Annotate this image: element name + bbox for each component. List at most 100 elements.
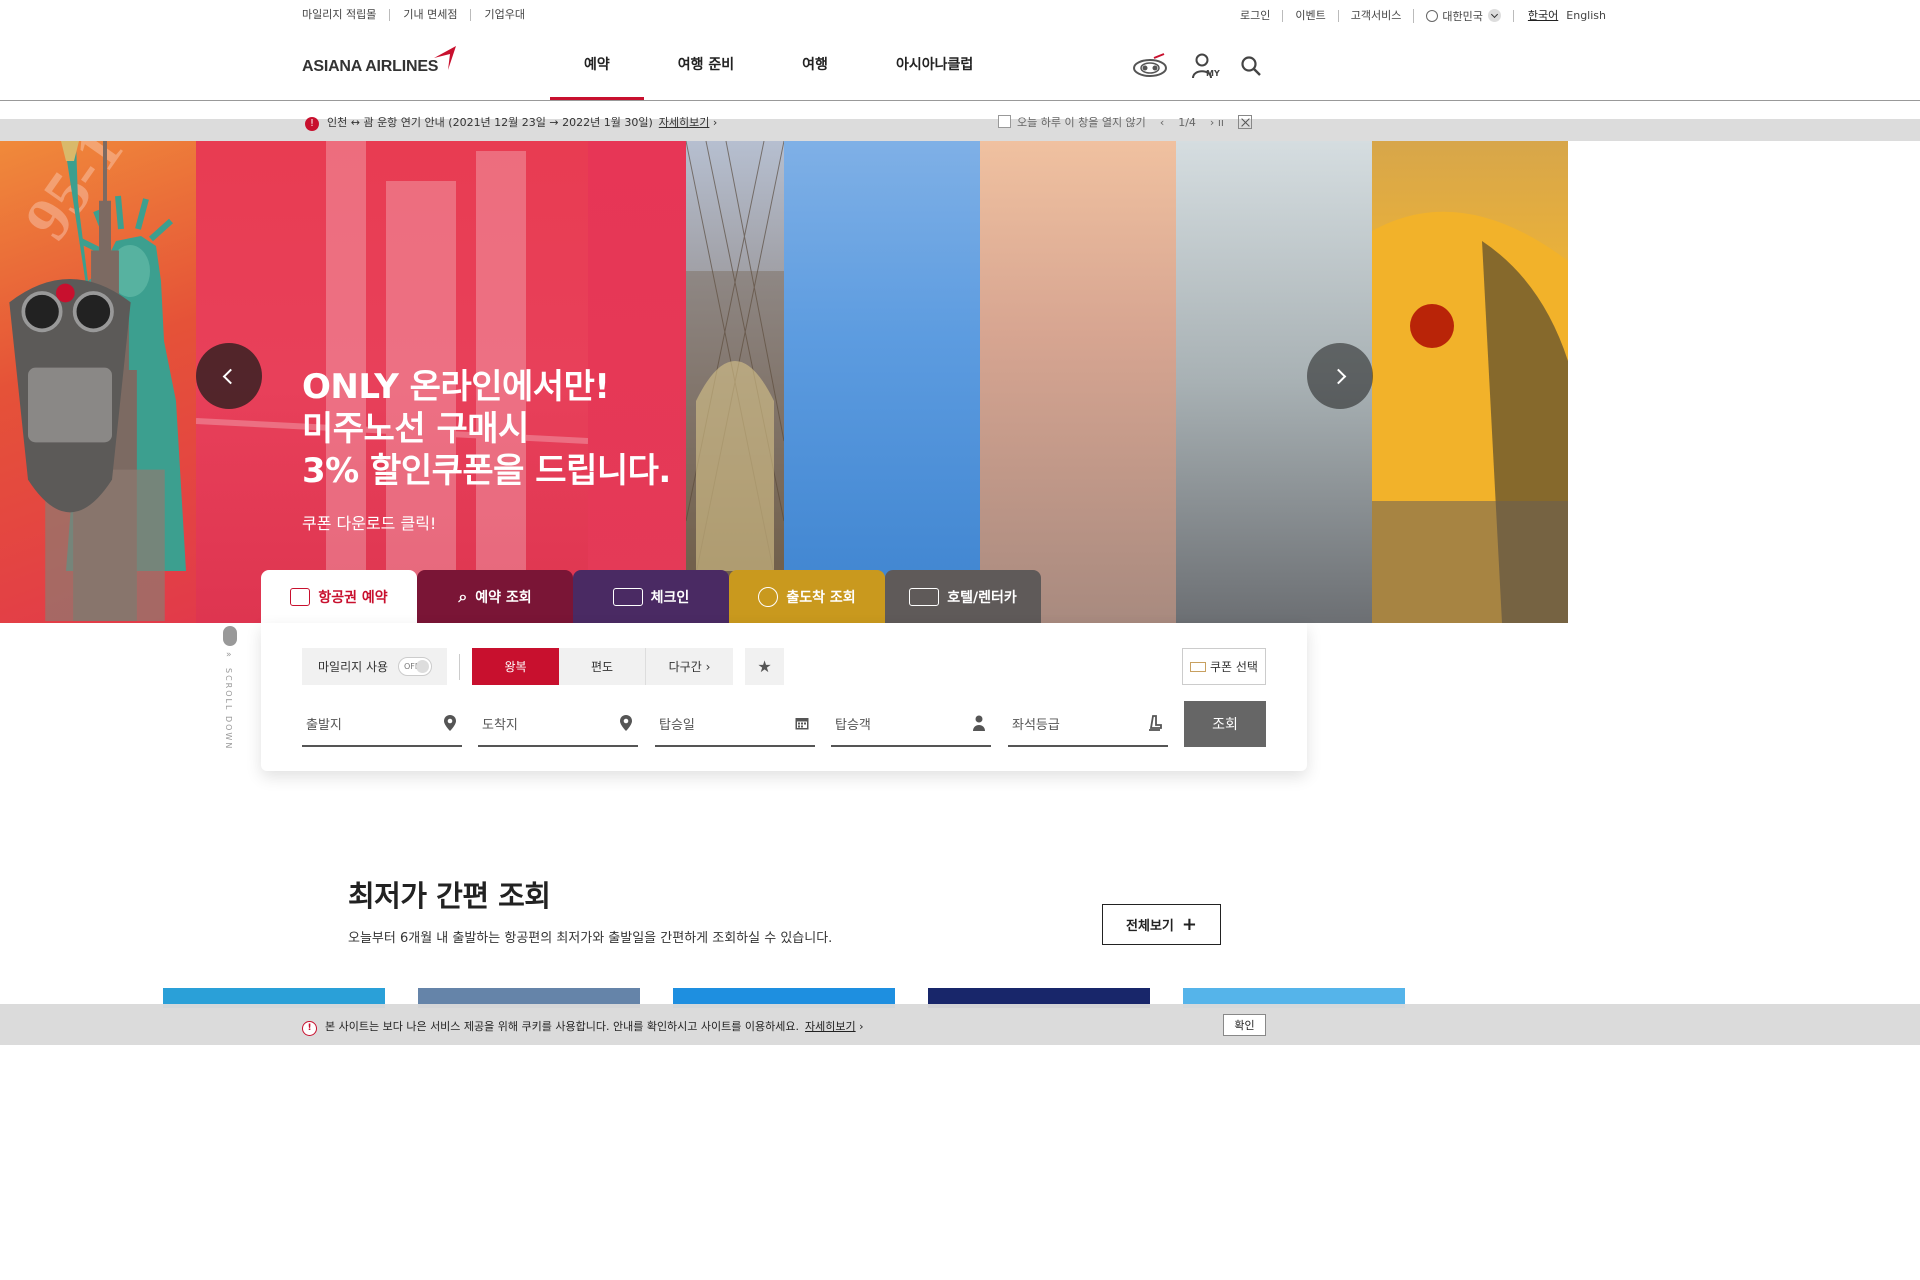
arrival-field[interactable]: 도착지 (478, 701, 638, 747)
field-placeholder: 탑승객 (835, 717, 871, 733)
robot-icon[interactable] (1130, 52, 1170, 80)
notice-text: 인천 ↔ 괌 운항 연기 안내 (2021년 12월 23일 → 2022년 1… (327, 116, 653, 129)
tab-label: 항공권 예약 (318, 589, 388, 606)
binocular-viewer-illustration (9, 279, 131, 513)
trip-multicity-label: 다구간 (668, 660, 702, 674)
hero-cta-text[interactable]: 쿠폰 다운로드 클릭! (302, 510, 436, 534)
alert-icon: ! (305, 117, 319, 131)
tab-checkin[interactable]: 체크인 (573, 570, 729, 623)
trip-roundtrip[interactable]: 왕복 (472, 648, 559, 685)
hotel-car-icon (909, 587, 940, 606)
lang-korean[interactable]: 한국어 (1528, 10, 1558, 22)
login-link[interactable]: 로그인 (1228, 10, 1282, 22)
region-label: 대한민국 (1442, 10, 1483, 23)
hero-banner[interactable]: 95-1043 WALL ONLY 온라인에서만! 미주노선 구매시 3% 할인… (0, 141, 1568, 623)
slide-prev-button[interactable] (196, 343, 262, 409)
util-link-corporate[interactable]: 기업우대 (470, 9, 537, 21)
search-icon[interactable] (1240, 55, 1262, 77)
search-button[interactable]: 조회 (1184, 701, 1266, 747)
passenger-field[interactable]: 탑승객 (831, 701, 991, 747)
coupon-label: 쿠폰 선택 (1210, 660, 1258, 674)
tab-label: 체크인 (650, 589, 690, 606)
notice-hide-label: 오늘 하루 이 창을 열지 않기 (1017, 116, 1146, 129)
search-icon: ⌕ (458, 586, 468, 606)
notice-strip (0, 119, 1920, 141)
cookie-more-link[interactable]: 자세히보기 (805, 1020, 856, 1033)
tab-flight-status[interactable]: 출도착 조회 (729, 570, 885, 623)
booking-tabs: 항공권 예약 ⌕ 예약 조회 체크인 출도착 조회 호텔/렌터카 (261, 570, 1041, 623)
clock-icon (758, 586, 779, 607)
person-icon (973, 715, 985, 731)
hero-title-line-1: ONLY 온라인에서만! (302, 367, 610, 407)
notice-prev-icon[interactable]: ‹ (1160, 116, 1164, 129)
tab-flight-booking[interactable]: 항공권 예약 (261, 570, 417, 623)
departure-date-field[interactable]: 탑승일 (655, 701, 815, 747)
ticket-icon (290, 587, 311, 606)
trip-multicity[interactable]: 다구간 › (646, 648, 733, 685)
nav-travel-prep[interactable]: 여행 준비 (644, 38, 768, 100)
util-link-duty-free[interactable]: 기내 면세점 (389, 9, 470, 21)
field-placeholder: 출발지 (306, 717, 342, 733)
lang-english[interactable]: English (1566, 10, 1606, 22)
globe-icon (1426, 10, 1439, 22)
section-title: 최저가 간편 조회 (348, 879, 551, 913)
cookie-message: ! 본 사이트는 보다 나은 서비스 제공을 위해 쿠키를 사용합니다. 안내를 … (302, 1018, 864, 1036)
field-placeholder: 탑승일 (659, 717, 695, 733)
hero-panel-empire-state (980, 141, 1176, 623)
hero-panel-brooklyn-bridge (686, 141, 784, 623)
mileage-switch[interactable]: OFF (398, 657, 432, 676)
nav-asiana-club[interactable]: 아시아나클럽 (862, 38, 1007, 100)
location-pin-icon (444, 715, 456, 731)
section-description: 오늘부터 6개월 내 출발하는 항공편의 최저가와 출발일을 간편하게 조회하실… (348, 931, 833, 946)
my-label: MY (1206, 69, 1220, 78)
location-pin-icon (620, 715, 632, 731)
calendar-icon (795, 718, 809, 730)
brand-logo[interactable]: ASIANA AIRLINES (302, 58, 438, 76)
tab-hotel-rentcar[interactable]: 호텔/렌터카 (885, 570, 1041, 623)
notice-message: ! 인천 ↔ 괌 운항 연기 안내 (2021년 12월 23일 → 2022년 … (305, 114, 717, 131)
utility-links-right: 로그인 이벤트 고객서비스 대한민국 한국어 English (1228, 9, 1618, 23)
scroll-down-indicator[interactable]: » SCROLL DOWN (222, 626, 238, 756)
close-icon[interactable] (1237, 115, 1252, 129)
notice-next-icon[interactable]: › ıı (1210, 116, 1224, 129)
taxi-illustration (1372, 211, 1568, 623)
region-selector[interactable]: 대한민국 (1413, 9, 1512, 23)
customer-service-link[interactable]: 고객서비스 (1337, 10, 1414, 22)
coupon-select-button[interactable]: 쿠폰 선택 (1182, 648, 1266, 685)
hero-panel-yellow-taxi (1372, 141, 1568, 623)
nav-reservation[interactable]: 예약 (550, 38, 644, 100)
mileage-toggle-box[interactable]: 마일리지 사용 OFF (302, 648, 447, 685)
event-link[interactable]: 이벤트 (1282, 10, 1337, 22)
seat-icon (1149, 715, 1162, 731)
cookie-confirm-button[interactable]: 확인 (1223, 1014, 1266, 1036)
hero-title-line-2: 미주노선 구매시 (302, 409, 529, 449)
booking-panel: 마일리지 사용 OFF 왕복 편도 다구간 › ★ 쿠폰 선택 출발지 도착지 … (261, 623, 1307, 771)
notice-more-link[interactable]: 자세히보기 (659, 116, 710, 129)
plus-icon: + (1181, 913, 1197, 935)
my-account-icon[interactable]: MY (1192, 52, 1220, 80)
trip-type-selector: 왕복 편도 다구간 › (472, 648, 733, 685)
chevron-down-icon: » (226, 650, 232, 660)
checkbox[interactable] (998, 115, 1011, 128)
chevron-down-icon (1487, 9, 1501, 22)
field-placeholder: 좌석등급 (1012, 717, 1060, 733)
language-switch: 한국어 English (1512, 10, 1618, 22)
nav-travel[interactable]: 여행 (768, 38, 862, 100)
mouse-icon (223, 626, 237, 646)
cookie-banner: ! 본 사이트는 보다 나은 서비스 제공을 위해 쿠키를 사용합니다. 안내를 … (0, 1004, 1920, 1045)
header-icons: MY (1130, 52, 1262, 80)
coupon-icon (1190, 661, 1206, 672)
field-placeholder: 도착지 (482, 717, 518, 733)
view-all-label: 전체보기 (1126, 919, 1174, 934)
hero-title-line-3: 3% 할인쿠폰을 드립니다. (302, 451, 671, 491)
notice-hide-today[interactable]: 오늘 하루 이 창을 열지 않기 (998, 114, 1146, 130)
seat-class-field[interactable]: 좌석등급 (1008, 701, 1168, 747)
trip-oneway[interactable]: 편도 (559, 648, 646, 685)
util-link-mileage-mall[interactable]: 마일리지 적립몰 (302, 9, 389, 21)
view-all-button[interactable]: 전체보기 + (1102, 904, 1221, 945)
tab-reservation-check[interactable]: ⌕ 예약 조회 (417, 570, 573, 623)
star-icon[interactable]: ★ (745, 648, 784, 685)
bridge-illustration (686, 141, 784, 623)
departure-field[interactable]: 출발지 (302, 701, 462, 747)
slide-next-button[interactable] (1307, 343, 1373, 409)
